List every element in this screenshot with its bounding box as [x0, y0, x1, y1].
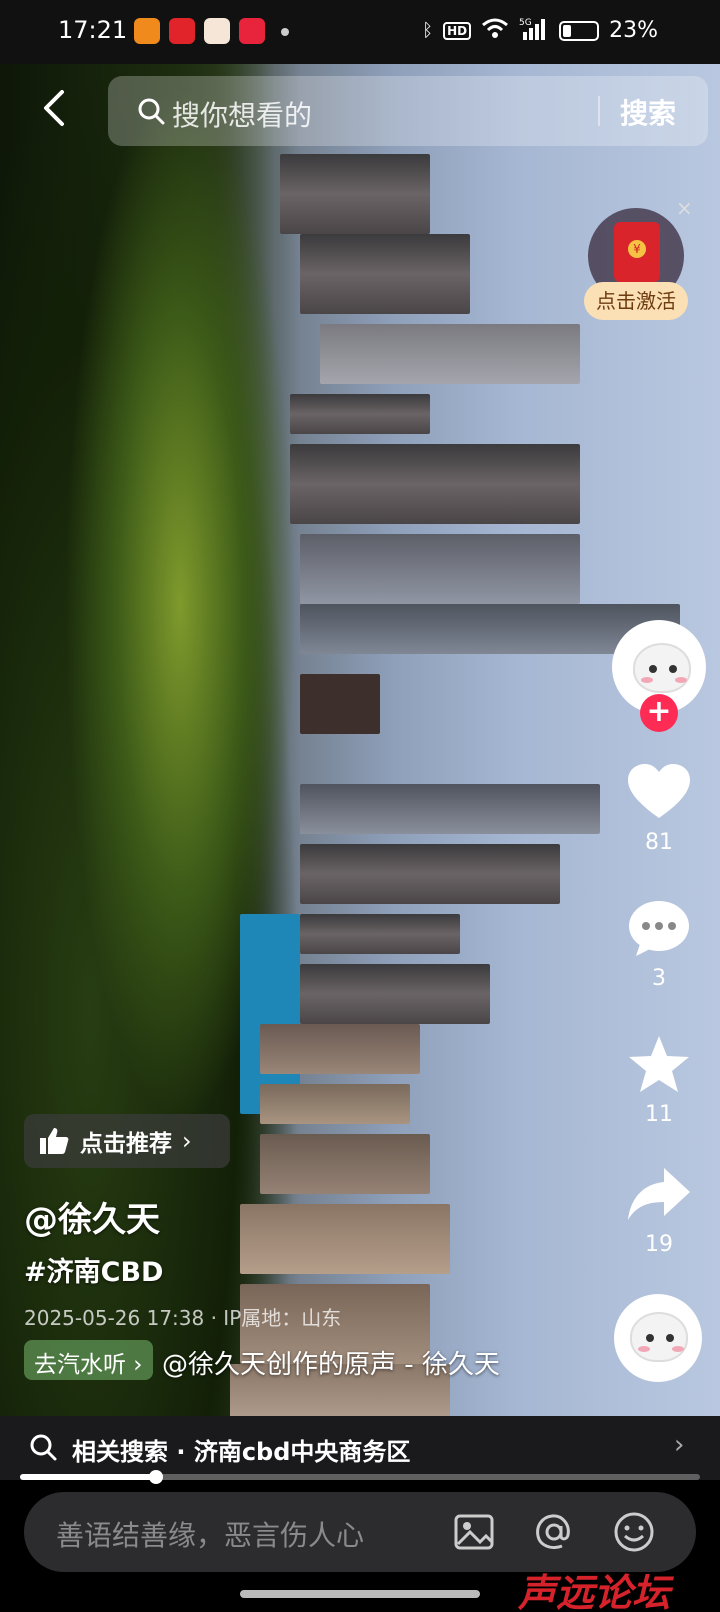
progress-fill [20, 1474, 156, 1480]
video-building [260, 1084, 410, 1124]
chevron-right-icon: › [674, 1430, 685, 1460]
search-icon [30, 1434, 57, 1461]
share-count: 19 [645, 1232, 673, 1257]
progress-knob[interactable] [149, 1470, 163, 1484]
search-divider [598, 96, 600, 126]
video-building [260, 1024, 420, 1074]
comment-icon [629, 901, 689, 956]
home-indicator[interactable] [240, 1590, 480, 1598]
comment-input[interactable]: 善语结善缘，恶言伤人心 [24, 1492, 696, 1572]
wifi-icon [481, 17, 509, 44]
video-building [300, 914, 460, 954]
video-building [320, 324, 580, 384]
video-building [300, 784, 600, 834]
post-meta: 2025-05-26 17:38 · IP属地：山东 [24, 1306, 342, 1330]
music-app-tag[interactable]: 去汽水听 › [24, 1340, 153, 1380]
at-mention-icon[interactable] [532, 1510, 576, 1554]
comment-button[interactable]: 3 [624, 898, 694, 991]
star-icon [629, 1036, 689, 1092]
video-building [300, 534, 580, 604]
bluetooth-icon: ᛒ [422, 20, 434, 41]
recommend-button[interactable]: 点击推荐 › [24, 1114, 230, 1168]
video-building [280, 154, 430, 234]
video-building [240, 1204, 450, 1274]
hashtag[interactable]: #济南CBD [24, 1250, 163, 1289]
status-bar: 17:21 ᛒ HD 5G 23% [0, 0, 720, 64]
more-notifications-dot [281, 28, 289, 36]
video-building [300, 964, 490, 1024]
avatar-character [633, 643, 691, 693]
notification-app-icon [204, 18, 230, 44]
red-envelope-icon: ¥ [614, 222, 660, 282]
follow-button[interactable]: + [640, 694, 678, 732]
search-button[interactable]: 搜索 [620, 92, 676, 132]
share-button[interactable]: 19 [624, 1164, 694, 1257]
like-count: 81 [645, 830, 673, 855]
avatar-character [630, 1312, 688, 1362]
recommend-label: 点击推荐 [80, 1131, 172, 1157]
hd-icon: HD [443, 21, 472, 40]
heart-icon [628, 764, 690, 818]
video-building [300, 234, 470, 314]
notification-app-icon [239, 18, 265, 44]
emoji-icon[interactable] [612, 1510, 656, 1554]
music-title[interactable]: @徐久天创作的原声 - 徐久天 [162, 1344, 500, 1381]
video-building [300, 674, 380, 734]
thumbs-up-icon [40, 1128, 69, 1154]
video-progress-bar[interactable] [20, 1470, 700, 1484]
search-bar[interactable]: 搜你想看的 搜索 [108, 76, 708, 146]
related-search-bar[interactable]: 相关搜索 · 济南cbd中央商务区 › [0, 1416, 720, 1480]
like-button[interactable]: 81 [624, 762, 694, 855]
battery-icon [559, 20, 600, 41]
comment-placeholder: 善语结善缘，恶言伤人心 [56, 1519, 365, 1552]
signal-icon: 5G [519, 16, 549, 45]
svg-text:5G: 5G [519, 18, 532, 28]
chevron-left-icon [44, 90, 64, 126]
status-icons: ᛒ HD 5G 23% [422, 16, 658, 45]
battery-percent: 23% [609, 18, 658, 43]
music-tag-label: 去汽水听 [34, 1352, 126, 1378]
favorite-button[interactable]: 11 [624, 1034, 694, 1127]
status-time: 17:21 [58, 16, 128, 44]
notification-app-icon [134, 18, 160, 44]
share-icon [628, 1168, 690, 1220]
video-building [290, 444, 580, 524]
red-packet-activate[interactable]: 点击激活 [584, 282, 688, 320]
search-icon [138, 98, 165, 125]
chevron-right-icon: › [182, 1127, 192, 1155]
close-icon[interactable]: × [676, 196, 693, 220]
related-search-label: 相关搜索 · 济南cbd中央商务区 [72, 1438, 411, 1466]
video-building [300, 844, 560, 904]
video-building [260, 1134, 430, 1194]
notification-app-icon [169, 18, 195, 44]
favorite-count: 11 [645, 1102, 673, 1127]
forum-watermark: 声远论坛 [518, 1571, 671, 1612]
search-placeholder: 搜你想看的 [172, 99, 313, 132]
comment-count: 3 [652, 966, 666, 991]
image-icon[interactable] [452, 1510, 496, 1554]
back-button[interactable] [36, 88, 76, 128]
video-building [290, 394, 430, 434]
music-disc-avatar[interactable] [614, 1294, 702, 1382]
author-name[interactable]: @徐久天 [24, 1192, 160, 1241]
